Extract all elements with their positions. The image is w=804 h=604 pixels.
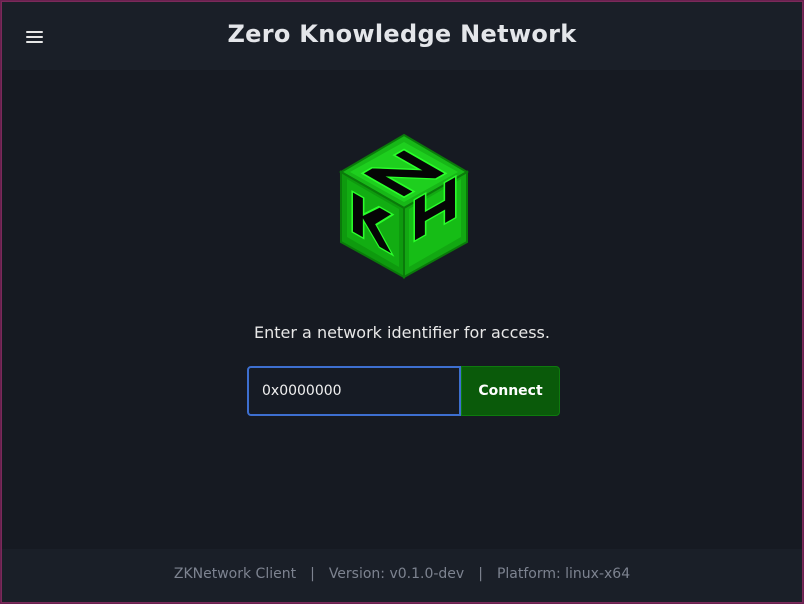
- footer-platform: Platform: linux-x64: [496, 566, 631, 582]
- footer-version: Version: v0.1.0-dev: [328, 566, 465, 582]
- access-prompt: Enter a network identifier for access.: [254, 323, 550, 342]
- status-footer: ZKNetwork Client | Version: v0.1.0-dev | Pla…: [2, 549, 802, 602]
- app-header: Zero Knowledge Network: [2, 2, 802, 70]
- footer-separator: |: [310, 566, 315, 582]
- footer-client-name: ZKNetwork Client: [173, 566, 297, 582]
- page-title: Zero Knowledge Network: [227, 20, 577, 48]
- app-window: Zero Knowledge Network Enter a network i…: [1, 1, 803, 603]
- network-identifier-field-wrapper: [247, 366, 461, 416]
- connect-button[interactable]: Connect: [461, 366, 560, 416]
- zkn-cube-logo-icon: [338, 132, 470, 280]
- footer-separator: |: [478, 566, 483, 582]
- network-identifier-input[interactable]: [249, 368, 459, 414]
